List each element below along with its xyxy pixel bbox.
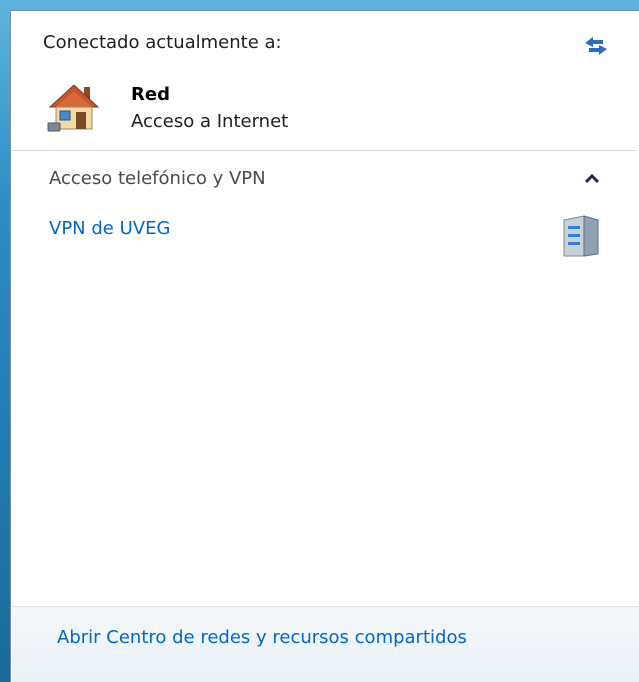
open-network-center-link[interactable]: Abrir Centro de redes y recursos compart… [57,627,467,648]
network-flyout [10,10,639,682]
home-network-icon [46,79,102,135]
chevron-up-icon[interactable] [581,169,603,189]
footer-bar: Abrir Centro de redes y recursos compart… [12,606,639,682]
vpn-server-icon [558,212,606,260]
vpn-connection-link[interactable]: VPN de UVEG [49,218,170,239]
connected-header-label: Conectado actualmente a: [43,32,282,53]
refresh-arrows-icon[interactable] [581,34,611,58]
divider [12,150,637,151]
network-name: Red [131,84,170,105]
vpn-section-title: Acceso telefónico y VPN [49,168,266,189]
network-status: Acceso a Internet [131,111,289,132]
